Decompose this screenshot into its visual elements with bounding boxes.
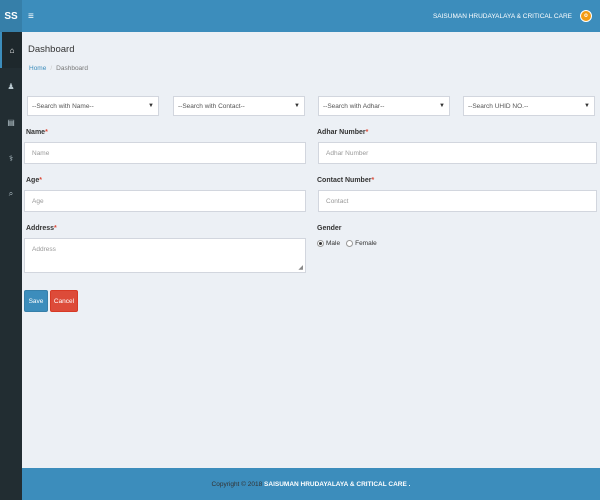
search-uhid-select[interactable]: --Search UHID NO.-- ▼ <box>463 96 595 116</box>
gender-female-radio[interactable] <box>346 240 354 247</box>
gender-female-label: Female <box>355 240 377 247</box>
breadcrumb-home-link[interactable]: Home <box>29 65 46 72</box>
address-label: Address* <box>26 225 57 232</box>
adhar-input[interactable]: Adhar Number <box>318 142 597 164</box>
gender-male-radio[interactable] <box>317 240 324 247</box>
contact-label-text: Contact Number <box>317 177 372 184</box>
navbar: ≡ SAISUMAN HRUDAYALAYA & CRITICAL CARE o <box>22 0 600 32</box>
user-icon: ♟ <box>7 81 15 91</box>
required-mark: * <box>371 177 375 184</box>
contact-label: Contact Number* <box>317 177 374 184</box>
top-header: SS ≡ SAISUMAN HRUDAYALAYA & CRITICAL CAR… <box>0 0 600 32</box>
footer-org-name: SAISUMAN HRUDAYALAYA & CRITICAL CARE . <box>264 480 411 488</box>
search-name-select[interactable]: --Search with Name-- ▼ <box>27 96 159 116</box>
sidebar: ⌂ ♟ ▤ ⚕ ⌕ <box>0 32 22 500</box>
chevron-down-icon: ▼ <box>439 103 445 109</box>
stethoscope-icon: ⚕ <box>8 153 14 163</box>
address-label-text: Address <box>26 225 55 232</box>
name-input[interactable]: Name <box>24 142 306 164</box>
sidebar-item-search[interactable]: ⌕ <box>0 176 22 212</box>
resize-grip-icon[interactable]: ◢ <box>298 264 303 271</box>
sidebar-item-records[interactable]: ▤ <box>0 104 22 140</box>
adhar-label-text: Adhar Number <box>317 129 366 136</box>
sidebar-item-patients[interactable]: ♟ <box>0 68 22 104</box>
contact-input[interactable]: Contact <box>318 190 597 212</box>
search-contact-select-value: --Search with Contact-- <box>178 102 245 110</box>
chevron-down-icon: ▼ <box>584 103 590 109</box>
breadcrumb: Home / Dashboard <box>29 65 88 72</box>
search-adhar-select-value: --Search with Adhar-- <box>323 102 385 110</box>
save-button[interactable]: Save <box>24 290 48 312</box>
search-contact-select[interactable]: --Search with Contact-- ▼ <box>173 96 305 116</box>
age-label-text: Age <box>26 177 40 184</box>
cancel-button[interactable]: Cancel <box>50 290 78 312</box>
menu-toggle-icon[interactable]: ≡ <box>28 11 38 22</box>
name-label-text: Name <box>26 129 46 136</box>
adhar-label: Adhar Number* <box>317 129 368 136</box>
table-icon: ▤ <box>7 117 15 127</box>
sidebar-item-medical[interactable]: ⚕ <box>0 140 22 176</box>
required-mark: * <box>365 129 369 136</box>
footer: Copyright © 2018 SAISUMAN HRUDAYALAYA & … <box>22 468 600 500</box>
app-logo[interactable]: SS <box>0 0 22 32</box>
address-textarea[interactable]: Address ◢ <box>24 238 306 273</box>
gender-label: Gender <box>317 225 342 232</box>
user-avatar-icon[interactable]: o <box>580 10 592 22</box>
breadcrumb-separator: / <box>50 65 53 72</box>
home-icon: ⌂ <box>9 45 15 55</box>
required-mark: * <box>54 225 57 232</box>
name-label: Name* <box>26 129 48 136</box>
chevron-down-icon: ▼ <box>148 103 154 109</box>
gender-radio-group: Male Female <box>317 240 383 247</box>
required-mark: * <box>39 177 42 184</box>
search-uhid-select-value: --Search UHID NO.-- <box>468 102 529 110</box>
search-filters: --Search with Name-- ▼ --Search with Con… <box>27 96 597 116</box>
gender-male-label: Male <box>326 240 341 247</box>
main-content: Dashboard Home / Dashboard --Search with N… <box>22 32 600 468</box>
address-placeholder: Address <box>32 246 56 253</box>
age-input[interactable]: Age <box>24 190 306 212</box>
search-icon: ⌕ <box>8 189 14 198</box>
breadcrumb-current: Dashboard <box>56 65 88 72</box>
footer-copyright: Copyright © 2018 <box>211 480 263 488</box>
sidebar-item-home[interactable]: ⌂ <box>0 32 22 68</box>
age-label: Age* <box>26 177 42 184</box>
required-mark: * <box>45 129 48 136</box>
chevron-down-icon: ▼ <box>294 103 300 109</box>
org-name: SAISUMAN HRUDAYALAYA & CRITICAL CARE <box>432 12 572 20</box>
search-adhar-select[interactable]: --Search with Adhar-- ▼ <box>318 96 450 116</box>
page-title: Dashboard <box>28 44 75 55</box>
search-name-select-value: --Search with Name-- <box>32 102 94 110</box>
